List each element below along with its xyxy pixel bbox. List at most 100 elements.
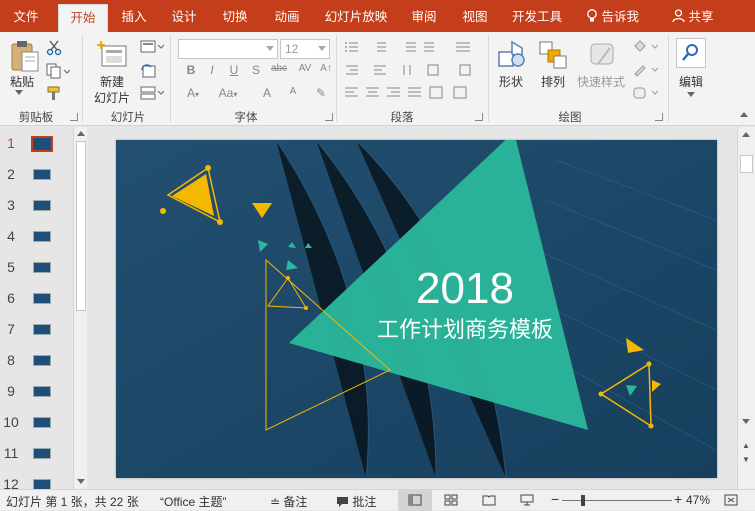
paragraph-middle-row[interactable] bbox=[344, 63, 484, 80]
shape-fill-button[interactable] bbox=[632, 40, 660, 57]
scroll-down-arrow-icon[interactable] bbox=[742, 419, 750, 424]
zoom-slider-thumb[interactable] bbox=[581, 495, 585, 506]
char-spacing-button[interactable]: AV bbox=[294, 63, 316, 74]
editing-button[interactable] bbox=[676, 38, 706, 68]
slide-subtitle-text[interactable]: 工作计划商务模板 bbox=[377, 318, 553, 343]
thumbnail-number: 7 bbox=[7, 321, 15, 337]
tab-transitions[interactable]: 切换 bbox=[212, 4, 258, 32]
next-slide-icon[interactable]: ▼ bbox=[742, 455, 750, 464]
tab-design[interactable]: 设计 bbox=[162, 4, 206, 32]
group-divider bbox=[488, 36, 489, 122]
comments-button[interactable]: 批注 bbox=[336, 493, 376, 510]
slide-sorter-button[interactable] bbox=[444, 494, 458, 509]
grow-font-button[interactable]: A bbox=[258, 86, 276, 100]
slideshow-button[interactable] bbox=[520, 494, 534, 509]
slide-thumbnail[interactable] bbox=[33, 262, 51, 273]
shape-outline-button[interactable] bbox=[632, 63, 660, 80]
underline-button[interactable]: U bbox=[225, 63, 243, 77]
fit-slide-button[interactable] bbox=[724, 494, 738, 509]
slide-thumbnail[interactable] bbox=[31, 136, 53, 152]
font-size-combobox[interactable]: 12 bbox=[280, 39, 330, 59]
copy-icon bbox=[46, 63, 71, 79]
bold-button[interactable]: B bbox=[182, 63, 200, 77]
zoom-in-button[interactable]: + bbox=[674, 491, 682, 507]
magnifier-icon bbox=[682, 44, 698, 61]
slide-thumbnail[interactable] bbox=[33, 169, 51, 180]
shadow-button[interactable]: S bbox=[247, 63, 265, 77]
slide-thumbnail[interactable] bbox=[33, 386, 51, 397]
slide-count-status: 幻灯片 第 1 张，共 22 张 bbox=[6, 495, 139, 509]
paste-button[interactable] bbox=[10, 40, 40, 75]
slide-thumbnail[interactable] bbox=[33, 231, 51, 242]
scroll-thumb[interactable] bbox=[76, 141, 86, 311]
shape-effects-button[interactable] bbox=[632, 86, 660, 103]
editor-scrollbar[interactable]: ▲ ▼ bbox=[737, 127, 755, 489]
tab-developer[interactable]: 开发工具 bbox=[504, 4, 570, 32]
strikethrough-button[interactable]: abc bbox=[268, 63, 290, 74]
slide-thumbnail[interactable] bbox=[33, 293, 51, 304]
italic-button[interactable]: I bbox=[203, 63, 221, 77]
zoom-out-button[interactable]: − bbox=[551, 491, 559, 507]
tab-review[interactable]: 审阅 bbox=[402, 4, 446, 32]
tab-insert[interactable]: 插入 bbox=[112, 4, 156, 32]
copy-button[interactable] bbox=[46, 63, 71, 82]
fit-to-window-icon bbox=[724, 494, 738, 506]
slide-thumbnail[interactable] bbox=[33, 448, 51, 459]
ribbon-tab-bar: 文件 开始 插入 设计 切换 动画 幻灯片放映 审阅 视图 开发工具 告诉我 共… bbox=[0, 0, 755, 32]
zoom-level[interactable]: 47% bbox=[686, 493, 710, 507]
layout-button[interactable] bbox=[140, 40, 165, 57]
paste-label: 粘贴 bbox=[9, 75, 34, 89]
share-button[interactable]: 共享 bbox=[672, 4, 714, 30]
font-color-button[interactable]: A▾ bbox=[182, 86, 204, 100]
reset-icon bbox=[141, 64, 156, 78]
font-name-combobox[interactable] bbox=[178, 39, 278, 59]
format-painter-button[interactable] bbox=[46, 85, 62, 104]
tab-file[interactable]: 文件 bbox=[4, 4, 48, 32]
alignment-row[interactable] bbox=[344, 86, 484, 103]
tab-animations[interactable]: 动画 bbox=[264, 4, 310, 32]
editing-dropdown-arrow[interactable] bbox=[687, 92, 695, 97]
change-case-button[interactable]: Aa▾ bbox=[212, 86, 244, 100]
collapse-ribbon-button[interactable] bbox=[740, 112, 748, 117]
slide-canvas[interactable]: 2018 工作计划商务模板 bbox=[116, 140, 717, 478]
thumbnail-number: 10 bbox=[3, 414, 19, 430]
arrange-button[interactable] bbox=[538, 40, 568, 73]
ribbon: 粘贴 剪贴板 新建 幻灯片 幻灯片 12 B I U S abc AV A↑ A… bbox=[0, 32, 755, 126]
align-icon bbox=[345, 86, 467, 99]
quick-styles-button[interactable] bbox=[588, 40, 618, 73]
notes-button[interactable]: ≐ 备注 bbox=[270, 493, 307, 510]
shapes-button[interactable] bbox=[496, 40, 528, 73]
font-dialog-launcher[interactable] bbox=[325, 113, 333, 121]
reset-button[interactable] bbox=[140, 63, 156, 82]
slide-thumbnail[interactable] bbox=[33, 200, 51, 211]
slide-thumbnail[interactable] bbox=[33, 355, 51, 366]
zoom-slider-track[interactable] bbox=[562, 500, 672, 501]
thumbnail-scrollbar[interactable] bbox=[73, 127, 87, 489]
slide-year-text[interactable]: 2018 bbox=[416, 264, 514, 313]
font-size-up-button[interactable]: A↑ bbox=[318, 63, 334, 74]
paste-dropdown-arrow[interactable] bbox=[15, 90, 23, 95]
paragraph-top-row[interactable] bbox=[344, 40, 484, 57]
scroll-up-arrow-icon[interactable] bbox=[77, 131, 85, 136]
shrink-font-button[interactable]: A bbox=[284, 86, 302, 97]
tab-slideshow[interactable]: 幻灯片放映 bbox=[320, 4, 392, 32]
section-button[interactable] bbox=[140, 85, 165, 104]
scroll-up-arrow-icon[interactable] bbox=[742, 132, 750, 137]
slide-thumbnail[interactable] bbox=[33, 324, 51, 335]
tab-view[interactable]: 视图 bbox=[452, 4, 498, 32]
normal-view-button[interactable] bbox=[398, 490, 432, 511]
reading-view-button[interactable] bbox=[482, 494, 496, 509]
slide-thumbnail[interactable] bbox=[33, 417, 51, 428]
tab-home[interactable]: 开始 bbox=[58, 4, 108, 32]
cut-button[interactable] bbox=[46, 40, 62, 59]
paragraph-dialog-launcher[interactable] bbox=[475, 113, 483, 121]
tell-me-button[interactable]: 告诉我 bbox=[586, 4, 639, 30]
clipboard-dialog-launcher[interactable] bbox=[70, 113, 78, 121]
drawing-dialog-launcher[interactable] bbox=[655, 113, 663, 121]
scroll-thumb[interactable] bbox=[740, 155, 753, 173]
scroll-down-arrow-icon[interactable] bbox=[77, 479, 85, 484]
new-slide-button[interactable] bbox=[96, 40, 128, 71]
previous-slide-icon[interactable]: ▲ bbox=[742, 441, 750, 450]
comments-label: 批注 bbox=[352, 495, 377, 509]
clear-format-icon[interactable]: ✎ bbox=[312, 86, 330, 100]
